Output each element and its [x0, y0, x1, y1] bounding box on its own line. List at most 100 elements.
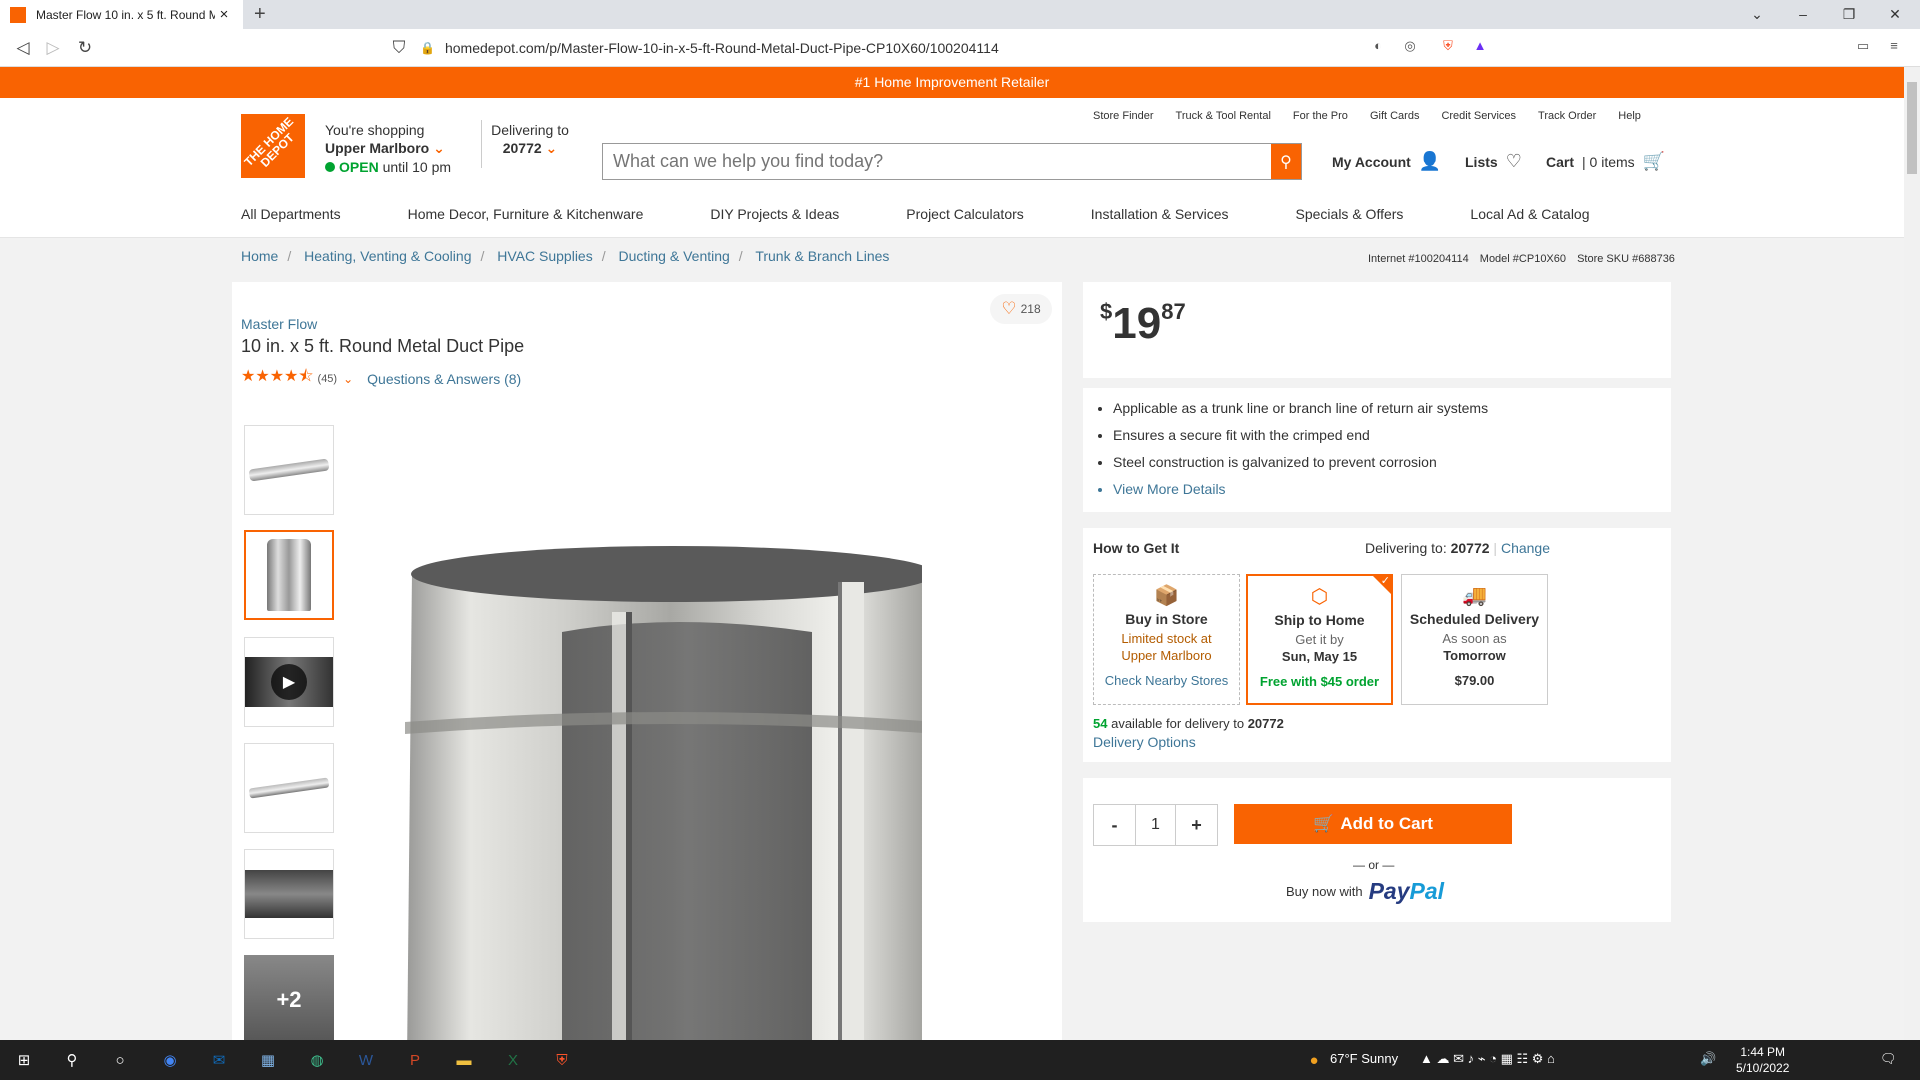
breadcrumb-home[interactable]: Home: [241, 248, 278, 264]
volume-icon[interactable]: 🔊: [1700, 1051, 1716, 1067]
highlight-item: Ensures a secure fit with the crimped en…: [1113, 427, 1671, 443]
word-icon[interactable]: W: [354, 1048, 378, 1072]
brave-shields-icon[interactable]: ⛨: [1438, 38, 1458, 58]
home-depot-logo[interactable]: THE HOME DEPOT: [241, 114, 305, 178]
thumbnail-2[interactable]: [244, 530, 334, 620]
tab-search-icon[interactable]: ⌄: [1734, 0, 1780, 29]
util-link-credit-services[interactable]: Credit Services: [1441, 110, 1516, 122]
cart-button[interactable]: Cart | 0 items 🛒: [1546, 151, 1665, 172]
increase-qty-button[interactable]: +: [1176, 805, 1217, 845]
how-to-get-it-title: How to Get It: [1093, 540, 1180, 556]
browser-tab[interactable]: Master Flow 10 in. x 5 ft. Round M ×: [0, 0, 243, 29]
util-link-truck-rental[interactable]: Truck & Tool Rental: [1176, 110, 1271, 122]
breadcrumb-hvac-supplies[interactable]: HVAC Supplies: [497, 248, 592, 264]
nav-local-ad[interactable]: Local Ad & Catalog: [1470, 206, 1589, 222]
breadcrumb-ducting[interactable]: Ducting & Venting: [619, 248, 730, 264]
breadcrumb-hvac-cat[interactable]: Heating, Venting & Cooling: [304, 248, 471, 264]
calculator-icon[interactable]: ▦: [256, 1048, 280, 1072]
buy-in-store-option[interactable]: 📦 Buy in Store Limited stock at Upper Mar…: [1093, 574, 1240, 705]
nav-home-decor[interactable]: Home Decor, Furniture & Kitchenware: [408, 206, 644, 222]
delivery-options-link[interactable]: Delivery Options: [1093, 734, 1196, 750]
cortana-icon[interactable]: ○: [108, 1048, 132, 1072]
thumbnail-video[interactable]: ▶: [244, 637, 334, 727]
cart-label: Cart: [1546, 153, 1575, 170]
close-window-icon[interactable]: ✕: [1872, 0, 1918, 29]
back-icon[interactable]: ◁: [12, 37, 34, 59]
tracking-icon[interactable]: ◎: [1400, 38, 1420, 58]
check-nearby-stores-link[interactable]: Check Nearby Stores: [1094, 673, 1239, 688]
weather-text[interactable]: 67°F Sunny: [1330, 1051, 1398, 1066]
notifications-icon[interactable]: 🗨: [1880, 1051, 1897, 1067]
search-input[interactable]: [603, 144, 1271, 179]
chevron-down-icon[interactable]: ⌄: [343, 372, 353, 386]
ship-to-home-option[interactable]: ✓ ⬡ Ship to Home Get it by Sun, May 15 Fr…: [1246, 574, 1393, 705]
util-link-track-order[interactable]: Track Order: [1538, 110, 1596, 122]
thumbnail-5[interactable]: [244, 849, 334, 939]
page-scrollbar[interactable]: [1904, 67, 1920, 1040]
open-status-icon: [325, 162, 335, 172]
star-rating-icon[interactable]: ★★★★⯪: [241, 365, 314, 392]
util-link-help[interactable]: Help: [1618, 110, 1641, 122]
review-count[interactable]: (45): [318, 373, 338, 385]
menu-icon[interactable]: ≡: [1884, 38, 1904, 58]
delivery-zip-selector[interactable]: Delivering to 20772 ⌄: [490, 122, 570, 157]
windows-start-icon[interactable]: ⊞: [12, 1048, 36, 1072]
change-zip-link[interactable]: Change: [1501, 540, 1550, 556]
edge-icon[interactable]: ◍: [305, 1048, 329, 1072]
main-product-image[interactable]: [392, 542, 922, 1042]
brave-icon[interactable]: ⛨: [550, 1048, 574, 1072]
system-tray-icons[interactable]: ▲ ☁ ✉ ♪ ⌁ ◔ ▦ ☷ ⚙ ⌂: [1420, 1051, 1555, 1067]
scheduled-price: $79.00: [1454, 672, 1495, 688]
thumbnail-1[interactable]: [244, 425, 334, 515]
chrome-icon[interactable]: ◉: [158, 1048, 182, 1072]
outlook-icon[interactable]: ✉: [207, 1048, 231, 1072]
view-more-details-link[interactable]: View More Details: [1113, 481, 1671, 497]
close-tab-icon[interactable]: ×: [215, 6, 233, 23]
scheduled-delivery-option[interactable]: 🚚 Scheduled Delivery As soon as Tomorrow …: [1401, 574, 1548, 705]
search-icon[interactable]: ⚲: [60, 1048, 84, 1072]
clock[interactable]: 1:44 PM 5/10/2022: [1736, 1044, 1789, 1076]
bookmark-icon[interactable]: ⛉: [388, 37, 410, 59]
util-link-gift-cards[interactable]: Gift Cards: [1370, 110, 1420, 122]
thumbnail-4[interactable]: [244, 743, 334, 833]
scrollbar-thumb[interactable]: [1907, 82, 1917, 174]
fulfillment-panel: How to Get It Delivering to: 20772 | Cha…: [1083, 528, 1671, 762]
lists-button[interactable]: Lists ♡: [1465, 151, 1522, 172]
open-label: OPEN: [339, 159, 379, 175]
decrease-qty-button[interactable]: -: [1094, 805, 1135, 845]
site-info-icon[interactable]: ◐: [1368, 38, 1388, 58]
wallet-icon[interactable]: ▭: [1853, 38, 1873, 58]
my-account-button[interactable]: My Account 👤: [1332, 151, 1441, 172]
questions-answers-link[interactable]: Questions & Answers (8): [367, 371, 521, 387]
breadcrumb-trunk-lines[interactable]: Trunk & Branch Lines: [755, 248, 889, 264]
excel-icon[interactable]: X: [501, 1048, 525, 1072]
search-button[interactable]: ⚲: [1271, 144, 1301, 179]
address-bar[interactable]: 🔒 homedepot.com/p/Master-Flow-10-in-x-5-…: [420, 34, 1500, 62]
nav-project-calculators[interactable]: Project Calculators: [906, 206, 1024, 222]
nav-installation[interactable]: Installation & Services: [1091, 206, 1229, 222]
nav-specials[interactable]: Specials & Offers: [1296, 206, 1404, 222]
file-explorer-icon[interactable]: ▬: [452, 1048, 476, 1072]
store-selector[interactable]: You're shopping Upper Marlboro ⌄ OPEN un…: [325, 122, 451, 175]
paypal-button[interactable]: Buy now with PayPal: [1286, 878, 1444, 905]
more-images-button[interactable]: +2: [244, 955, 334, 1045]
reload-icon[interactable]: ↻: [74, 37, 96, 59]
truck-icon: 🚚: [1462, 585, 1487, 607]
favorite-button[interactable]: ♡ 218: [990, 294, 1052, 324]
quantity-input[interactable]: 1: [1135, 805, 1176, 845]
new-tab-icon[interactable]: +: [254, 3, 266, 26]
play-icon: ▶: [271, 664, 307, 700]
restore-icon[interactable]: ❐: [1826, 0, 1872, 29]
brave-rewards-icon[interactable]: ▲: [1470, 38, 1490, 58]
powerpoint-icon[interactable]: P: [403, 1048, 427, 1072]
or-divider: — or —: [1353, 858, 1395, 872]
minimize-icon[interactable]: –: [1780, 0, 1826, 29]
forward-icon[interactable]: ▷: [42, 37, 64, 59]
util-link-store-finder[interactable]: Store Finder: [1093, 110, 1154, 122]
util-link-for-the-pro[interactable]: For the Pro: [1293, 110, 1348, 122]
nav-all-departments[interactable]: All Departments: [241, 206, 341, 222]
nav-diy-projects[interactable]: DIY Projects & Ideas: [710, 206, 839, 222]
clock-time: 1:44 PM: [1740, 1045, 1786, 1059]
brand-link[interactable]: Master Flow: [241, 316, 317, 332]
add-to-cart-button[interactable]: 🛒 Add to Cart: [1234, 804, 1512, 844]
